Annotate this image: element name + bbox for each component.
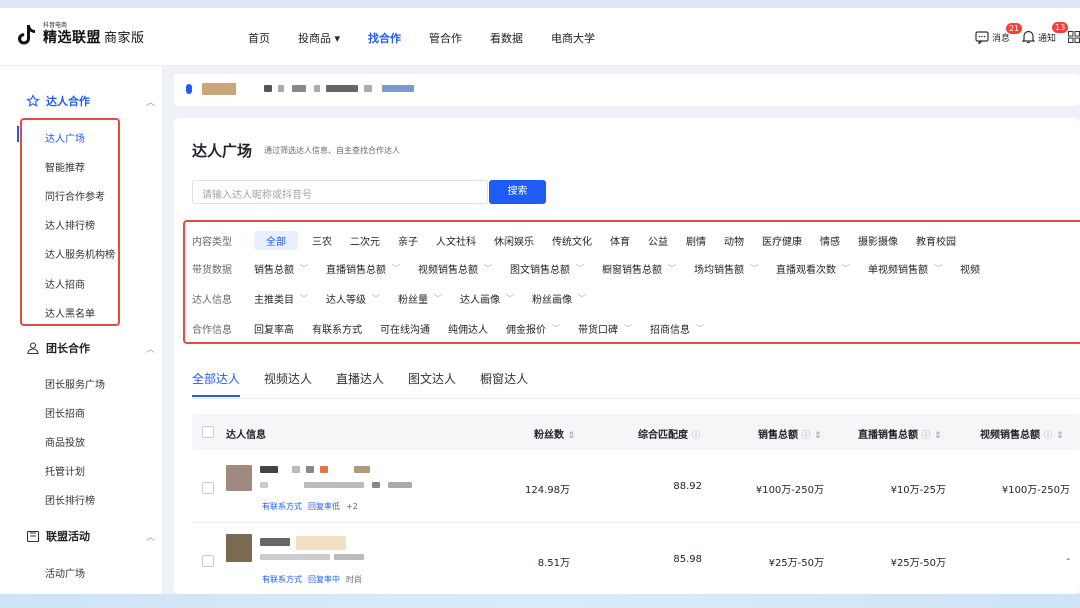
active-indicator <box>17 126 19 142</box>
tag-more[interactable]: +2 <box>346 502 358 511</box>
bell-icon <box>1021 30 1035 44</box>
nav-manage-cooperation[interactable]: 管合作 <box>429 30 462 46</box>
info-icon: ⓘ <box>921 431 931 441</box>
cell-video-sales: - <box>1066 554 1070 565</box>
cell-live-sales: ¥10万-25万 <box>890 485 946 496</box>
page-description: 通过筛选达人信息、自主查找合作达人 <box>264 146 400 155</box>
cell-fans: 8.51万 <box>537 558 570 569</box>
notify-button[interactable]: 通知 13 <box>1021 22 1069 44</box>
main-nav: 首页 投商品 ▾ 找合作 管合作 看数据 电商大学 <box>248 30 623 46</box>
search-button[interactable]: 搜索 <box>489 180 546 204</box>
apps-grid-icon <box>1068 31 1080 43</box>
logo-small-text: 抖音电商 <box>43 22 68 29</box>
calendar-icon <box>26 530 40 543</box>
logo[interactable]: 抖音电商 精选联盟 商家版 <box>16 22 145 47</box>
talent-square-panel: 达人广场 通过筛选达人信息、自主查找合作达人 请输入达人昵称或抖音号 搜索 内容… <box>174 118 1080 596</box>
table-header: 达人信息 粉丝数 ⇕ 综合匹配度 ⓘ 销售总额 ⓘ ⇕ 直播销售总额 ⓘ ⇕ 视… <box>192 414 1080 450</box>
logo-title: 精选联盟 商家版 <box>43 30 145 46</box>
column-header-live-sales[interactable]: 直播销售总额 ⓘ ⇕ <box>858 426 942 441</box>
message-icon <box>975 30 989 44</box>
bottom-band <box>0 594 1080 608</box>
notify-label: 通知 <box>1037 33 1056 44</box>
cell-video-sales: ¥100万-250万 <box>1001 485 1070 496</box>
tag-category: 时尚 <box>346 575 362 584</box>
sidebar-item-activity-square[interactable]: 活动广场 <box>45 565 85 580</box>
page-title: 达人广场 <box>192 142 253 160</box>
avatar <box>226 465 252 491</box>
nav-home[interactable]: 首页 <box>248 30 270 46</box>
sidebar-section-talent-cooperation[interactable]: 达人合作 ︿ <box>26 93 155 109</box>
talent-tags: 有联系方式 回复率中 时尚 <box>262 572 368 585</box>
nav-ecommerce-university[interactable]: 电商大学 <box>551 30 595 46</box>
apps-button[interactable] <box>1068 31 1080 43</box>
sidebar-section-alliance-activity[interactable]: 联盟活动 ︿ <box>26 528 155 544</box>
breadcrumb-home-icon <box>186 84 192 94</box>
sidebar-item-managed-plan[interactable]: 托管计划 <box>45 463 85 478</box>
tab-live-talents[interactable]: 直播达人 <box>336 370 384 397</box>
row-checkbox[interactable] <box>202 555 214 567</box>
sidebar-item-leader-ranking[interactable]: 团长排行榜 <box>45 492 95 507</box>
tiktok-logo-icon <box>16 23 38 47</box>
sort-icon: ⇕ <box>567 431 576 441</box>
filter-highlight-box <box>183 220 1080 344</box>
tag-reply-rate: 回复率中 <box>308 575 340 584</box>
team-icon <box>27 342 39 355</box>
messages-button[interactable]: 消息 21 <box>975 22 1023 44</box>
tab-window-talents[interactable]: 橱窗达人 <box>480 370 528 397</box>
select-all-checkbox[interactable] <box>202 426 214 438</box>
tag-reply-rate: 回复率低 <box>308 502 340 511</box>
cell-match: 88.92 <box>673 481 702 492</box>
breadcrumb <box>174 74 1080 106</box>
tabs-divider <box>192 398 1080 399</box>
cell-sales: ¥100万-250万 <box>755 485 824 496</box>
top-header: 抖音电商 精选联盟 商家版 首页 投商品 ▾ 找合作 管合作 看数据 电商大学 消… <box>0 8 1080 66</box>
star-icon <box>26 94 40 107</box>
notify-badge: 13 <box>1051 22 1069 33</box>
chevron-up-icon: ︿ <box>146 532 156 543</box>
cell-live-sales: ¥25万-50万 <box>890 558 946 569</box>
sidebar-section-leader-cooperation[interactable]: 团长合作 ︿ <box>26 340 155 356</box>
chevron-up-icon: ︿ <box>146 344 156 355</box>
talent-tabs: 全部达人 视频达人 直播达人 图文达人 橱窗达人 <box>192 370 552 397</box>
nav-view-data[interactable]: 看数据 <box>490 30 523 46</box>
sort-icon: ⇕ <box>933 431 942 441</box>
sidebar-item-product-placement[interactable]: 商品投放 <box>45 434 85 449</box>
talent-tags: 有联系方式 回复率低 +2 <box>262 499 364 512</box>
tab-all-talents[interactable]: 全部达人 <box>192 370 241 397</box>
row-checkbox[interactable] <box>202 482 214 494</box>
cell-sales: ¥25万-50万 <box>768 558 824 569</box>
logo-subtitle: 商家版 <box>104 31 145 46</box>
avatar <box>226 534 252 562</box>
breadcrumb-shop-avatar <box>202 83 236 95</box>
tag-contact: 有联系方式 <box>262 502 302 511</box>
nav-find-cooperation[interactable]: 找合作 <box>368 30 401 46</box>
column-header-sales[interactable]: 销售总额 ⓘ ⇕ <box>758 426 822 441</box>
column-header-video-sales[interactable]: 视频销售总额 ⓘ ⇕ <box>980 426 1064 441</box>
table-row[interactable]: 有联系方式 回复率中 时尚 8.51万 85.98 ¥25万-50万 ¥25万-50… <box>192 524 1080 596</box>
column-header-talent-info: 达人信息 <box>226 430 266 441</box>
messages-badge: 21 <box>1005 22 1023 34</box>
top-band <box>0 0 1080 8</box>
search-input[interactable]: 请输入达人昵称或抖音号 <box>192 180 488 204</box>
column-header-match[interactable]: 综合匹配度 ⓘ <box>638 426 701 441</box>
info-icon: ⓘ <box>801 431 811 441</box>
column-header-fans[interactable]: 粉丝数 ⇕ <box>534 426 575 441</box>
sort-icon: ⇕ <box>1055 431 1064 441</box>
sidebar-item-leader-recruit[interactable]: 团长招商 <box>45 405 85 420</box>
sidebar-highlight-box <box>20 118 120 326</box>
sort-icon: ⇕ <box>813 431 822 441</box>
nav-invest-products[interactable]: 投商品 ▾ <box>298 30 340 46</box>
info-icon: ⓘ <box>1043 431 1053 441</box>
cell-match: 85.98 <box>673 554 702 565</box>
chevron-up-icon: ︿ <box>146 97 156 108</box>
table-row[interactable]: 有联系方式 回复率低 +2 124.98万 88.92 ¥100万-250万 ¥10… <box>192 451 1080 523</box>
sidebar-item-leader-service[interactable]: 团长服务广场 <box>45 376 105 391</box>
tab-article-talents[interactable]: 图文达人 <box>408 370 456 397</box>
tab-video-talents[interactable]: 视频达人 <box>264 370 312 397</box>
info-icon: ⓘ <box>691 431 701 441</box>
tag-contact: 有联系方式 <box>262 575 302 584</box>
cell-fans: 124.98万 <box>525 485 570 496</box>
